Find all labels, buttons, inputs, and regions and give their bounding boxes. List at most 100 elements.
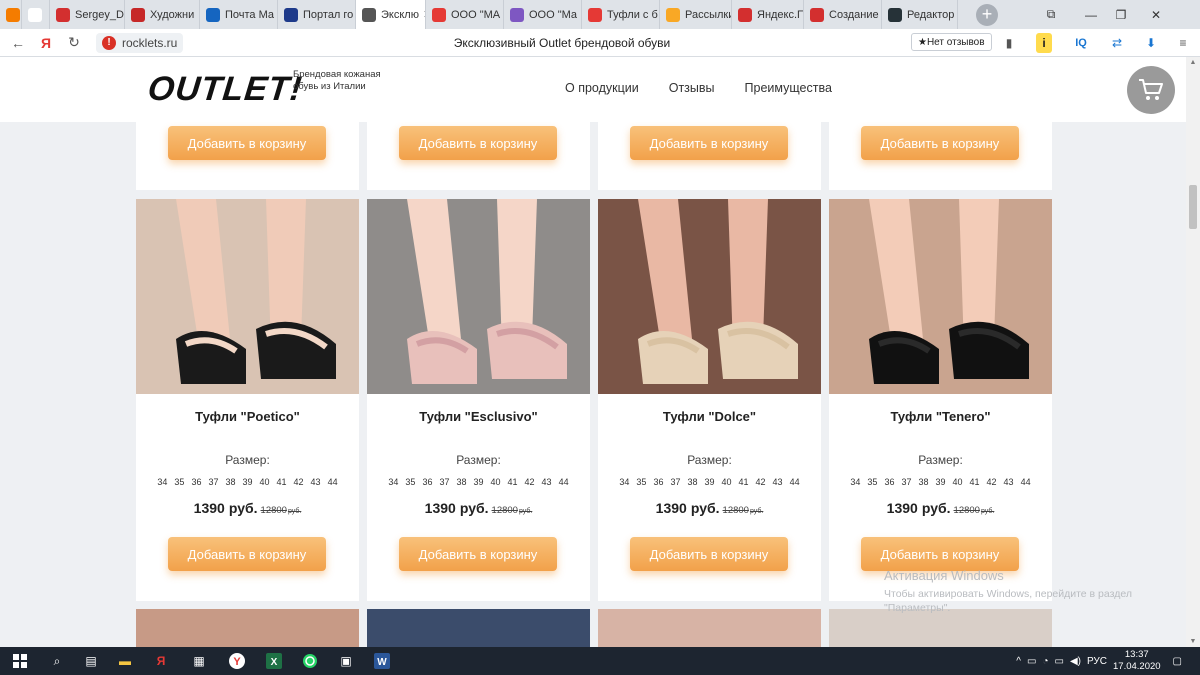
size-option[interactable]: 37 — [901, 477, 911, 487]
size-option[interactable]: 43 — [1004, 477, 1014, 487]
notifications-icon[interactable]: ▢ — [1173, 656, 1182, 667]
size-option[interactable]: 36 — [884, 477, 894, 487]
size-option[interactable]: 39 — [935, 477, 945, 487]
bookmark-icon[interactable]: ▮ — [998, 33, 1020, 53]
product-photo-partial[interactable] — [367, 609, 590, 647]
add-to-cart-button[interactable]: Добавить в корзину — [630, 537, 788, 571]
language-indicator[interactable]: РУС — [1087, 656, 1107, 667]
size-option[interactable]: 34 — [388, 477, 398, 487]
battery-icon[interactable]: ▭ — [1027, 656, 1036, 667]
nav-item-products[interactable]: О продукции — [565, 81, 639, 95]
nav-item-reviews[interactable]: Отзывы — [669, 81, 715, 95]
whatsapp-icon[interactable] — [292, 647, 328, 675]
browser-tab[interactable]: Создание — [804, 0, 882, 29]
size-option[interactable]: 40 — [260, 477, 270, 487]
add-to-cart-button[interactable]: Добавить в корзину — [168, 537, 326, 571]
wifi-icon[interactable]: ◔ — [1042, 656, 1048, 667]
size-option[interactable]: 34 — [850, 477, 860, 487]
reload-icon[interactable]: ↻ — [60, 34, 88, 51]
size-option[interactable]: 37 — [208, 477, 218, 487]
restore-icon[interactable]: ❐ — [1105, 0, 1137, 29]
volume-icon[interactable]: ◀) — [1070, 656, 1081, 667]
browser-tab[interactable]: Sergey_D — [50, 0, 125, 29]
size-option[interactable]: 40 — [953, 477, 963, 487]
size-option[interactable]: 41 — [970, 477, 980, 487]
size-option[interactable]: 36 — [191, 477, 201, 487]
size-option[interactable]: 42 — [525, 477, 535, 487]
browser-tab[interactable]: ООО "Ма — [504, 0, 582, 29]
browser-tab[interactable] — [0, 0, 22, 29]
size-option[interactable]: 37 — [670, 477, 680, 487]
yandex-icon[interactable]: Я — [32, 35, 60, 51]
size-option[interactable]: 38 — [918, 477, 928, 487]
yandex-browser-icon[interactable]: Y — [218, 647, 256, 675]
calculator-icon[interactable]: ▦ — [180, 647, 218, 675]
add-to-cart-button[interactable]: Добавить в корзину — [399, 537, 557, 571]
browser-tab[interactable]: Рассылки — [660, 0, 732, 29]
size-option[interactable]: 42 — [987, 477, 997, 487]
word-icon[interactable]: W — [364, 647, 400, 675]
browser-tab[interactable] — [22, 0, 50, 29]
excel-icon[interactable]: X — [256, 647, 292, 675]
task-view-icon[interactable]: ▤ — [74, 647, 108, 675]
product-photo[interactable] — [598, 199, 821, 394]
size-option[interactable]: 42 — [294, 477, 304, 487]
size-option[interactable]: 35 — [405, 477, 415, 487]
size-option[interactable]: 34 — [619, 477, 629, 487]
scroll-down-icon[interactable]: ▼ — [1186, 638, 1200, 645]
warning-icon[interactable]: ! — [102, 35, 116, 50]
reviews-button[interactable]: ★Нет отзывов — [911, 33, 992, 51]
browser-tab[interactable]: Портал го — [278, 0, 356, 29]
size-option[interactable]: 38 — [456, 477, 466, 487]
add-to-cart-button[interactable]: Добавить в корзину — [399, 126, 557, 160]
browser-tab[interactable]: ООО "МА — [426, 0, 504, 29]
translate-icon[interactable]: ⇄ — [1106, 33, 1128, 53]
browser-tab[interactable]: Эксклю✕ — [356, 0, 426, 29]
site-logo[interactable]: OUTLET! — [146, 70, 304, 109]
scroll-up-icon[interactable]: ▲ — [1186, 59, 1200, 66]
size-option[interactable]: 43 — [773, 477, 783, 487]
folder-tray-icon[interactable]: ▭ — [1054, 656, 1063, 667]
tray-chevron-icon[interactable]: ^ — [1016, 656, 1021, 667]
product-photo[interactable] — [136, 199, 359, 394]
downloads-icon[interactable]: ⬇ — [1140, 33, 1162, 53]
product-photo[interactable] — [367, 199, 590, 394]
yandex-app-icon[interactable]: Я — [142, 647, 180, 675]
browser-tab[interactable]: Яндекс.П — [732, 0, 804, 29]
iq-icon[interactable]: IQ — [1070, 33, 1092, 53]
size-option[interactable]: 44 — [559, 477, 569, 487]
browser-tab[interactable]: Почта Ма — [200, 0, 278, 29]
browser-tab[interactable]: Художни — [125, 0, 200, 29]
alice-icon[interactable]: i — [1036, 33, 1052, 53]
size-option[interactable]: 39 — [704, 477, 714, 487]
browser-tab[interactable]: Редактор — [882, 0, 958, 29]
add-to-cart-button[interactable]: Добавить в корзину — [861, 537, 1019, 571]
size-option[interactable]: 43 — [311, 477, 321, 487]
size-option[interactable]: 39 — [473, 477, 483, 487]
network-app-icon[interactable]: ▣ — [328, 647, 364, 675]
product-photo-partial[interactable] — [829, 609, 1052, 647]
tabs-menu-icon[interactable]: ⧉ — [1035, 0, 1067, 29]
product-photo-partial[interactable] — [598, 609, 821, 647]
clock[interactable]: 13:37 17.04.2020 — [1113, 649, 1161, 673]
browser-tab[interactable]: Туфли с б — [582, 0, 660, 29]
size-option[interactable]: 40 — [722, 477, 732, 487]
add-to-cart-button[interactable]: Добавить в корзину — [861, 126, 1019, 160]
new-tab-button[interactable]: + — [976, 3, 998, 26]
size-option[interactable]: 35 — [867, 477, 877, 487]
product-photo[interactable] — [829, 199, 1052, 394]
size-option[interactable]: 37 — [439, 477, 449, 487]
scroll-thumb[interactable] — [1189, 185, 1197, 229]
size-option[interactable]: 34 — [157, 477, 167, 487]
size-option[interactable]: 43 — [542, 477, 552, 487]
product-photo-partial[interactable] — [136, 609, 359, 647]
size-option[interactable]: 42 — [756, 477, 766, 487]
search-icon[interactable]: ⌕ — [40, 647, 74, 675]
size-option[interactable]: 44 — [1021, 477, 1031, 487]
add-to-cart-button[interactable]: Добавить в корзину — [168, 126, 326, 160]
size-option[interactable]: 41 — [508, 477, 518, 487]
minimize-icon[interactable]: — — [1075, 0, 1107, 29]
size-option[interactable]: 36 — [653, 477, 663, 487]
size-option[interactable]: 44 — [790, 477, 800, 487]
size-option[interactable]: 41 — [739, 477, 749, 487]
